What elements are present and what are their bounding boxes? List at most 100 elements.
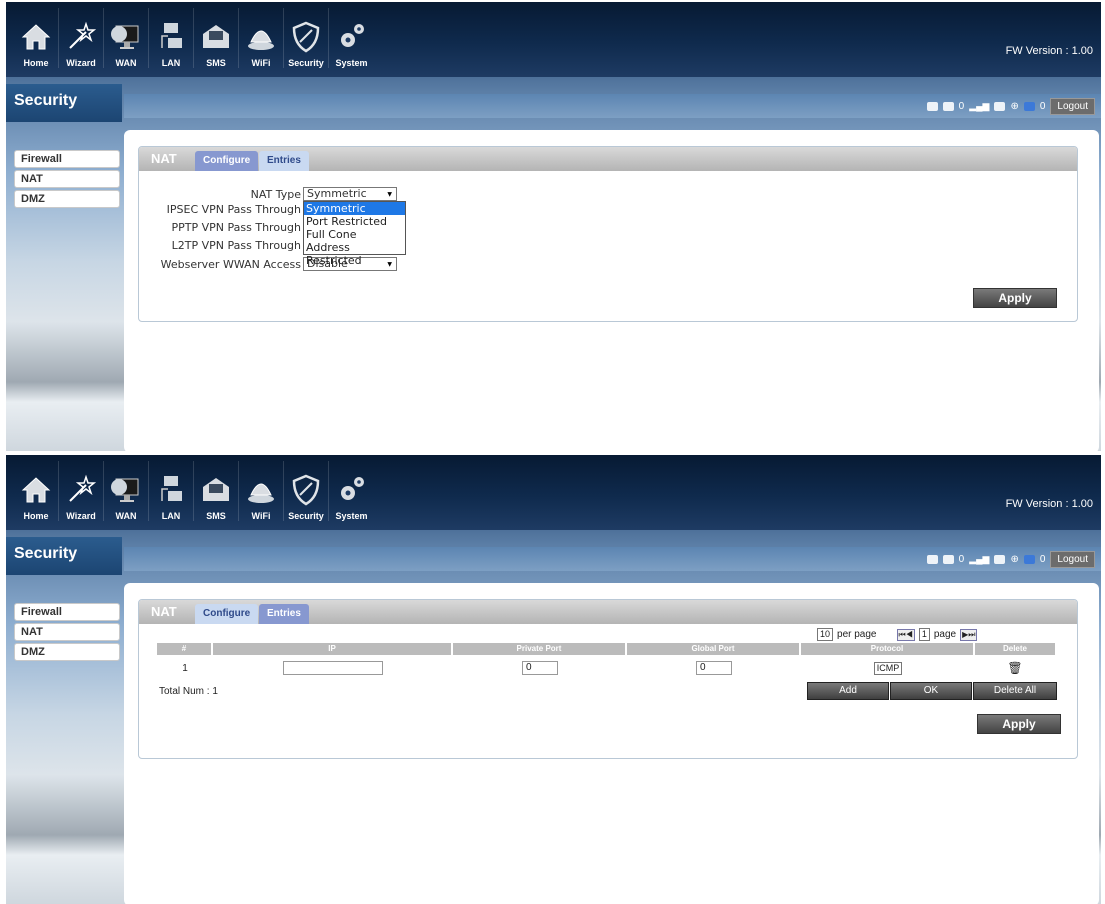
nav-system[interactable]: System bbox=[329, 461, 374, 521]
nat-configure-screen: Home Wizard WAN LAN SMS WiFi Security Sy… bbox=[6, 2, 1101, 451]
tab-entries[interactable]: Entries bbox=[259, 151, 309, 171]
protocol-select[interactable]: ICMP bbox=[873, 661, 903, 675]
nav-security[interactable]: Security bbox=[284, 461, 329, 521]
pptp-label: PPTP VPN Pass Through bbox=[171, 221, 301, 234]
tab-header: NAT bbox=[151, 604, 177, 619]
delete-all-button[interactable]: Delete All bbox=[973, 682, 1057, 700]
nav-wan[interactable]: WAN bbox=[104, 461, 149, 521]
apply-button[interactable]: Apply bbox=[973, 288, 1057, 308]
nat-entries-screen: Home Wizard WAN LAN SMS WiFi Security Sy… bbox=[6, 455, 1101, 904]
table-row: 1 0 0 ICMP 🗑 bbox=[157, 660, 1055, 676]
section-title: Security bbox=[6, 537, 122, 575]
private-port-input[interactable]: 0 bbox=[522, 661, 558, 675]
webserver-label: Webserver WWAN Access bbox=[160, 257, 301, 271]
shield-icon bbox=[292, 474, 320, 506]
l2tp-row: L2TP VPN Pass Through bbox=[139, 239, 303, 252]
nav-lan[interactable]: LAN bbox=[149, 8, 194, 68]
page-select[interactable]: 1 bbox=[918, 628, 930, 641]
pptp-row: PPTP VPN Pass Through bbox=[139, 221, 303, 234]
sim-icon bbox=[926, 102, 938, 111]
apply-button[interactable]: Apply bbox=[977, 714, 1061, 734]
globe-icon: ⊕ bbox=[1010, 554, 1019, 565]
l2tp-label: L2TP VPN Pass Through bbox=[171, 239, 301, 252]
roaming-icon bbox=[994, 555, 1006, 564]
sidebar-item-firewall[interactable]: Firewall bbox=[14, 603, 120, 621]
top-nav-bar: Home Wizard WAN LAN SMS WiFi Security Sy… bbox=[6, 2, 1101, 77]
global-port-input[interactable]: 0 bbox=[696, 661, 732, 675]
ip-input[interactable] bbox=[283, 661, 383, 675]
nav-system[interactable]: System bbox=[329, 8, 374, 68]
sidebar-item-dmz[interactable]: DMZ bbox=[14, 190, 120, 208]
option-address-restricted[interactable]: Address Restricted bbox=[304, 241, 405, 267]
per-page-select[interactable]: 10 bbox=[817, 628, 834, 641]
computer-icon bbox=[161, 23, 182, 48]
nav-home[interactable]: Home bbox=[14, 461, 59, 521]
per-page-label: per page bbox=[837, 629, 877, 640]
battery-icon bbox=[1023, 555, 1035, 564]
top-nav-bar: Home Wizard WAN LAN SMS WiFi Security Sy… bbox=[6, 455, 1101, 530]
globe-monitor-icon bbox=[111, 25, 139, 49]
tab-configure[interactable]: Configure bbox=[195, 151, 259, 171]
nav-wan[interactable]: WAN bbox=[104, 8, 149, 68]
col-delete: Delete bbox=[975, 643, 1055, 655]
wand-icon bbox=[69, 21, 97, 49]
nav-sms[interactable]: SMS bbox=[194, 461, 239, 521]
ipsec-label: IPSEC VPN Pass Through bbox=[166, 203, 301, 216]
nav-sms[interactable]: SMS bbox=[194, 8, 239, 68]
pager: 10 per page ⏮◀ 1 page ▶⏭ bbox=[817, 628, 978, 641]
nav-security[interactable]: Security bbox=[284, 8, 329, 68]
col-global-port: Global Port bbox=[627, 643, 801, 655]
nav-home[interactable]: Home bbox=[14, 8, 59, 68]
col-num: # bbox=[157, 643, 213, 655]
gears-icon bbox=[340, 24, 364, 47]
main-content: NAT Configure Entries NAT Type Symmetric… bbox=[124, 130, 1099, 451]
nat-type-select[interactable]: Symmetric bbox=[303, 187, 397, 201]
home-icon bbox=[21, 24, 51, 50]
nav-wizard[interactable]: Wizard bbox=[59, 461, 104, 521]
computer-icon bbox=[161, 476, 182, 501]
col-protocol: Protocol bbox=[801, 643, 975, 655]
sidebar-item-dmz[interactable]: DMZ bbox=[14, 643, 120, 661]
trash-icon[interactable]: 🗑 bbox=[975, 661, 1055, 675]
col-private-port: Private Port bbox=[453, 643, 627, 655]
first-prev-page-icon[interactable]: ⏮◀ bbox=[896, 628, 915, 641]
table-header: # IP Private Port Global Port Protocol D… bbox=[157, 643, 1055, 655]
envelope-icon bbox=[203, 25, 229, 48]
tab-header: NAT bbox=[151, 151, 177, 166]
home-icon bbox=[21, 477, 51, 503]
nat-box: NAT Configure Entries NAT Type Symmetric… bbox=[138, 146, 1078, 322]
col-ip: IP bbox=[213, 643, 453, 655]
ok-button[interactable]: OK bbox=[890, 682, 972, 700]
message-icon bbox=[942, 555, 954, 564]
page-label: page bbox=[933, 629, 957, 640]
logout-button[interactable]: Logout bbox=[1050, 551, 1095, 568]
wifi-router-icon bbox=[248, 483, 274, 503]
tab-configure[interactable]: Configure bbox=[195, 604, 259, 624]
sidebar-item-nat[interactable]: NAT bbox=[14, 170, 120, 188]
message-icon bbox=[942, 102, 954, 111]
option-full-cone[interactable]: Full Cone bbox=[304, 228, 405, 241]
wifi-router-icon bbox=[248, 30, 274, 50]
option-port-restricted[interactable]: Port Restricted bbox=[304, 215, 405, 228]
sidebar-item-firewall[interactable]: Firewall bbox=[14, 150, 120, 168]
tab-entries[interactable]: Entries bbox=[259, 604, 309, 624]
add-button[interactable]: Add bbox=[807, 682, 889, 700]
logout-button[interactable]: Logout bbox=[1050, 98, 1095, 115]
nat-box: NAT Configure Entries 10 per page ⏮◀ 1 p… bbox=[138, 599, 1078, 759]
tab-bar: NAT Configure Entries bbox=[139, 600, 1077, 624]
main-content: NAT Configure Entries 10 per page ⏮◀ 1 p… bbox=[124, 583, 1099, 904]
nav-wifi[interactable]: WiFi bbox=[239, 461, 284, 521]
row-num: 1 bbox=[182, 662, 188, 674]
battery-icon bbox=[1023, 102, 1035, 111]
sidebar-item-nat[interactable]: NAT bbox=[14, 623, 120, 641]
option-symmetric[interactable]: Symmetric bbox=[304, 202, 405, 215]
nav-wizard[interactable]: Wizard bbox=[59, 8, 104, 68]
next-last-page-icon[interactable]: ▶⏭ bbox=[960, 628, 978, 641]
total-num: Total Num : 1 bbox=[159, 686, 218, 697]
gears-icon bbox=[340, 477, 364, 500]
nav-lan[interactable]: LAN bbox=[149, 461, 194, 521]
sim-icon bbox=[926, 555, 938, 564]
shield-icon bbox=[292, 21, 320, 53]
nav-wifi[interactable]: WiFi bbox=[239, 8, 284, 68]
fw-version: FW Version : 1.00 bbox=[1005, 498, 1093, 510]
